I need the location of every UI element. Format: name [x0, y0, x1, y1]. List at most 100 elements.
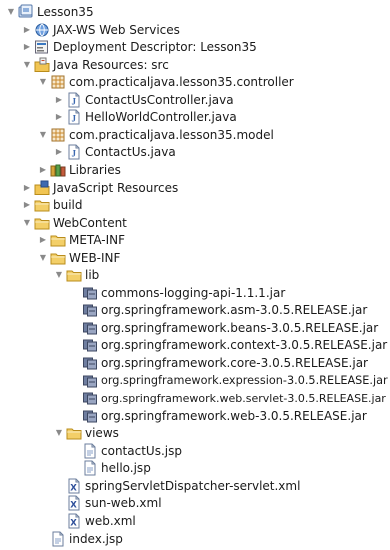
deployment-descriptor-icon [34, 39, 50, 55]
xml-file-icon: X [66, 513, 82, 529]
tree-node-label: com.practicaljava.lesson35.model [69, 127, 274, 142]
svg-text:J: J [72, 149, 77, 159]
tree-node-label: org.springframework.expression-3.0.5.REL… [101, 374, 388, 388]
tree-node-label: contactUs.jsp [101, 443, 182, 458]
collapse-arrow-icon[interactable]: ▶ [22, 200, 32, 210]
tree-node-label: META-INF [69, 233, 126, 248]
expand-arrow-icon[interactable]: ▼ [38, 130, 48, 140]
jar-icon [82, 285, 98, 301]
tree-node-label: com.practicaljava.lesson35.controller [69, 75, 294, 90]
jsp-file-icon [50, 531, 66, 547]
collapse-arrow-icon[interactable]: ▶ [22, 42, 32, 52]
jar-icon [82, 408, 98, 424]
xml-file-icon: X [66, 478, 82, 494]
expand-arrow-icon[interactable]: ▼ [38, 253, 48, 263]
tree-node-label: commons-logging-api-1.1.1.jar [101, 285, 286, 300]
java-file-icon: J [66, 144, 82, 160]
tree-node-label: ContactUs.java [85, 145, 176, 160]
java-resources-icon [34, 57, 50, 73]
tree-node-label: org.springframework.asm-3.0.5.RELEASE.ja… [101, 303, 368, 318]
collapse-arrow-icon[interactable]: ▶ [22, 183, 32, 193]
tree-node-label: org.springframework.web.servlet-3.0.5.RE… [101, 391, 386, 405]
tree-node-label: build [53, 198, 83, 213]
tree-node-label: views [85, 426, 119, 441]
svg-text:X: X [70, 501, 77, 511]
folder-icon [50, 250, 66, 266]
tree-node-label: org.springframework.core-3.0.5.RELEASE.j… [101, 356, 368, 370]
expand-arrow-icon[interactable]: ▼ [6, 7, 16, 17]
tree-node-label: org.springframework.beans-3.0.5.RELEASE.… [101, 320, 379, 335]
expand-arrow-icon[interactable]: ▼ [22, 218, 32, 228]
jar-icon [82, 302, 98, 318]
tree-node-label: index.jsp [69, 531, 123, 546]
svg-text:X: X [70, 483, 77, 493]
folder-icon [66, 267, 82, 283]
tree-node-label: WEB-INF [69, 250, 121, 265]
javascript-resources-icon [34, 180, 50, 196]
folder-icon [66, 425, 82, 441]
jar-icon [82, 355, 98, 371]
tree-node-label: springServletDispatcher-servlet.xml [85, 478, 301, 493]
project-explorer-tree: ▼ Lesson35 ▶ JAX-WS Web Services ▶ Deployment… [0, 0, 390, 548]
collapse-arrow-icon[interactable]: ▶ [38, 165, 48, 175]
expand-arrow-icon[interactable]: ▼ [54, 270, 64, 280]
collapse-arrow-icon[interactable]: ▶ [54, 95, 64, 105]
tree-node-label: Libraries [69, 162, 121, 177]
tree-node-label: org.springframework.context-3.0.5.RELEAS… [101, 338, 388, 353]
jar-icon [82, 337, 98, 353]
tree-node-label: WebContent [53, 215, 127, 230]
collapse-arrow-icon[interactable]: ▶ [54, 147, 64, 157]
expand-arrow-icon[interactable]: ▼ [22, 60, 32, 70]
tree-node-label: web.xml [85, 513, 136, 528]
tree-node-label: HelloWorldController.java [85, 110, 237, 125]
folder-icon [34, 215, 50, 231]
package-icon [50, 127, 66, 143]
jar-icon [82, 373, 98, 389]
webservices-icon [34, 22, 50, 38]
tree-node-label: ContactUsController.java [85, 92, 234, 107]
expand-arrow-icon[interactable]: ▼ [38, 77, 48, 87]
collapse-arrow-icon[interactable]: ▶ [22, 25, 32, 35]
svg-text:J: J [72, 114, 77, 124]
tree-node-label: Java Resources: src [53, 57, 169, 72]
tree-node-label: JAX-WS Web Services [53, 22, 180, 37]
package-icon [50, 74, 66, 90]
java-file-icon: J [66, 92, 82, 108]
svg-text:J: J [72, 96, 77, 106]
tree-node-label: lib [85, 268, 100, 283]
svg-text:X: X [70, 518, 77, 528]
tree-node-label: Deployment Descriptor: Lesson35 [53, 40, 257, 55]
folder-icon [50, 232, 66, 248]
tree-node-label: sun-web.xml [85, 496, 162, 511]
tree-node[interactable]: index.jsp [38, 529, 123, 549]
jsp-file-icon [82, 460, 98, 476]
library-icon [50, 162, 66, 178]
jar-icon [82, 390, 98, 406]
folder-icon [34, 197, 50, 213]
xml-file-icon: X [66, 495, 82, 511]
tree-node-label: Lesson35 [37, 5, 94, 19]
project-icon [18, 4, 34, 20]
tree-node-label: org.springframework.web-3.0.5.RELEASE.ja… [101, 408, 367, 423]
tree-node-label: JavaScript Resources [53, 180, 179, 195]
collapse-arrow-icon[interactable]: ▶ [54, 112, 64, 122]
tree-node-label: hello.jsp [101, 461, 151, 476]
collapse-arrow-icon[interactable]: ▶ [38, 235, 48, 245]
expand-arrow-icon[interactable]: ▼ [54, 428, 64, 438]
jar-icon [82, 320, 98, 336]
jsp-file-icon [82, 443, 98, 459]
